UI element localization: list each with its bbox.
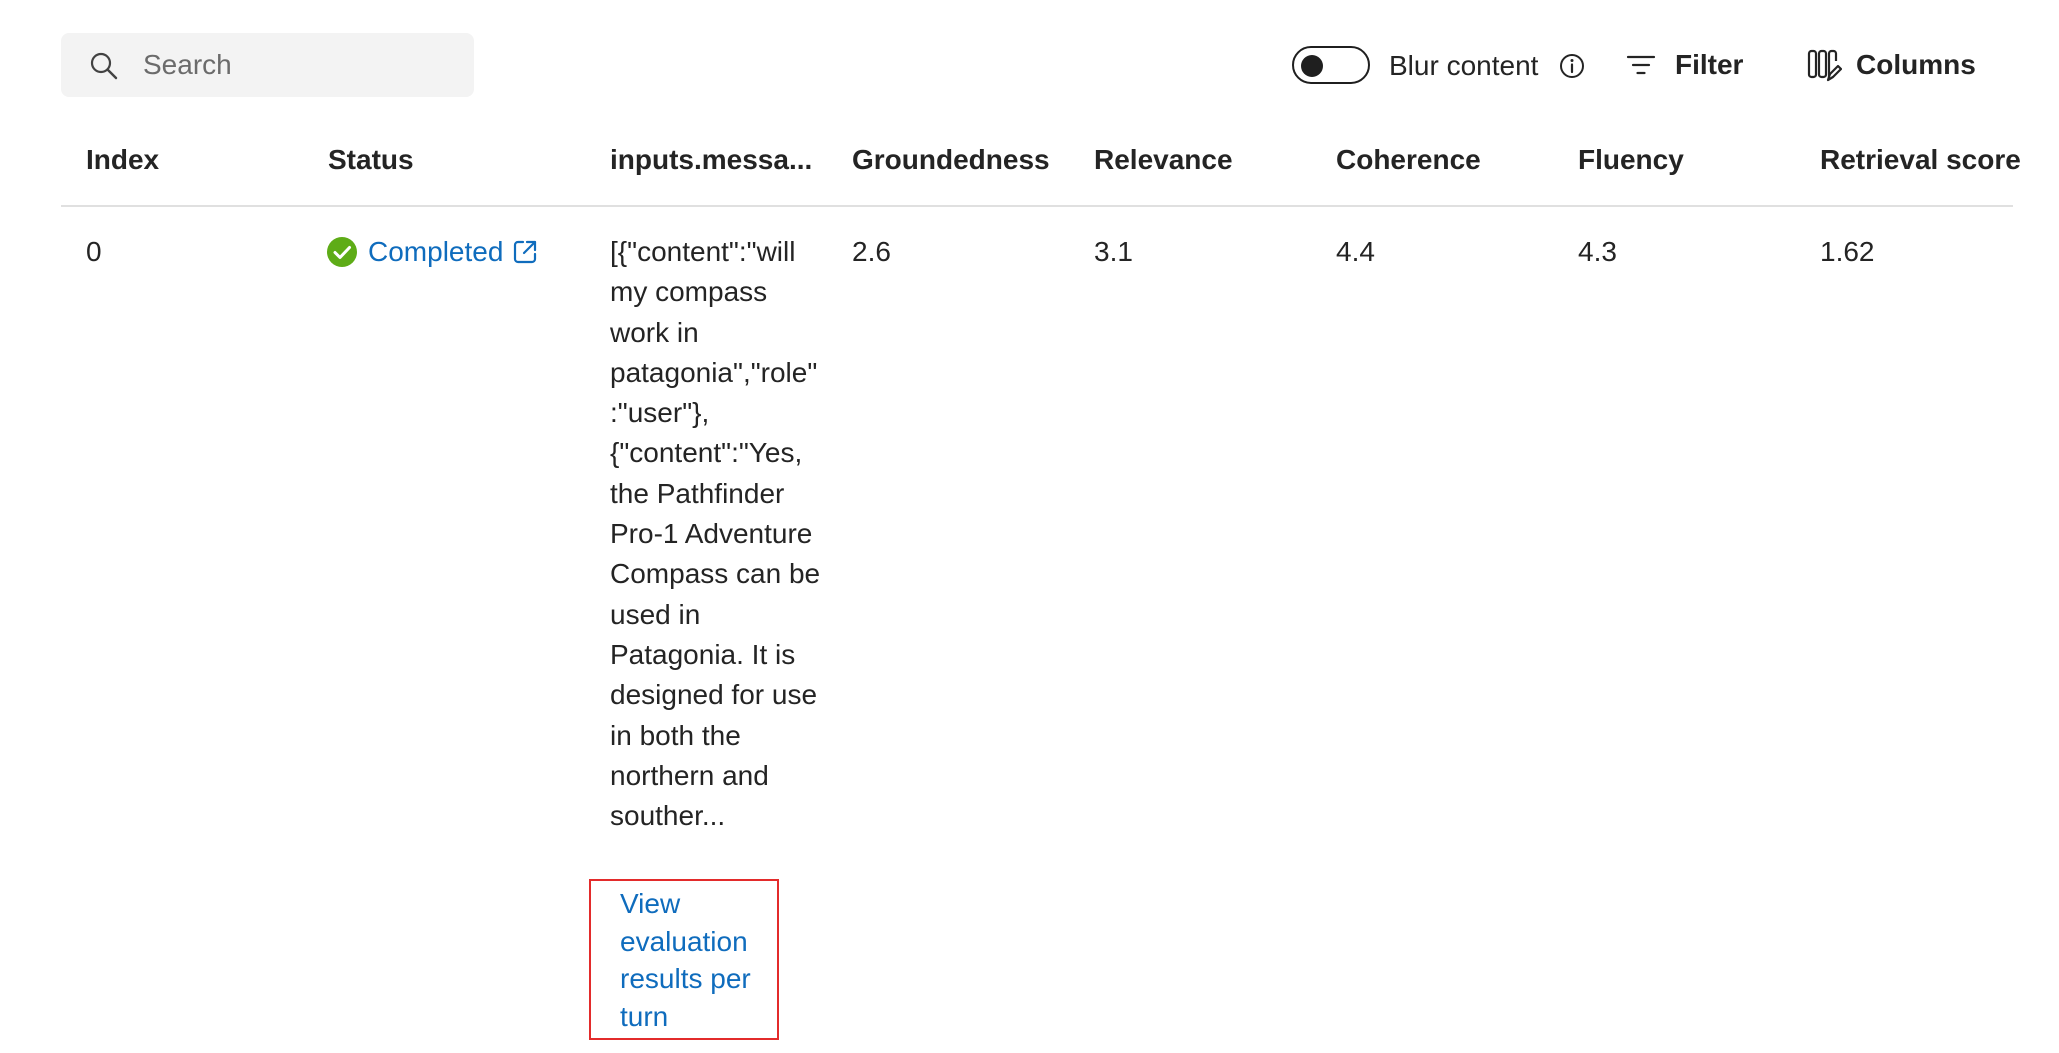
cell-inputs-messages: [{"content":"will my compass work in pat… <box>610 232 830 836</box>
columns-icon <box>1807 49 1842 82</box>
blur-content-label: Blur content <box>1389 50 1539 81</box>
search-box[interactable] <box>61 33 474 97</box>
filter-icon <box>1626 55 1656 75</box>
cell-relevance: 3.1 <box>1094 236 1133 267</box>
toolbar: Blur content Filter Columns <box>0 0 2059 130</box>
search-icon <box>90 52 118 80</box>
toggle-knob <box>1301 55 1323 77</box>
columns-button[interactable]: Columns <box>1806 40 1976 90</box>
status-completed-link[interactable]: Completed <box>368 232 503 272</box>
messages-text: [{"content":"will my compass work in pat… <box>610 236 821 832</box>
cell-fluency: 4.3 <box>1578 236 1617 267</box>
check-circle-icon <box>327 237 357 267</box>
columns-label: Columns <box>1856 49 1976 80</box>
cell-retrieval-score: 1.62 <box>1820 236 1875 267</box>
view-evaluation-results-link[interactable]: View evaluation results per turn <box>620 885 770 1035</box>
blur-content-toggle[interactable] <box>1292 46 1370 84</box>
table-row: 0 Completed [{"content":"will my compass… <box>61 130 2013 1050</box>
info-icon[interactable] <box>1558 52 1586 80</box>
cell-index: 0 <box>86 236 102 267</box>
cell-status: Completed <box>326 232 539 272</box>
filter-button[interactable]: Filter <box>1625 40 1743 90</box>
cell-groundedness: 2.6 <box>852 236 891 267</box>
search-input[interactable] <box>143 33 453 97</box>
cell-coherence: 4.4 <box>1336 236 1375 267</box>
filter-label: Filter <box>1675 49 1744 80</box>
external-link-icon[interactable] <box>511 238 539 266</box>
